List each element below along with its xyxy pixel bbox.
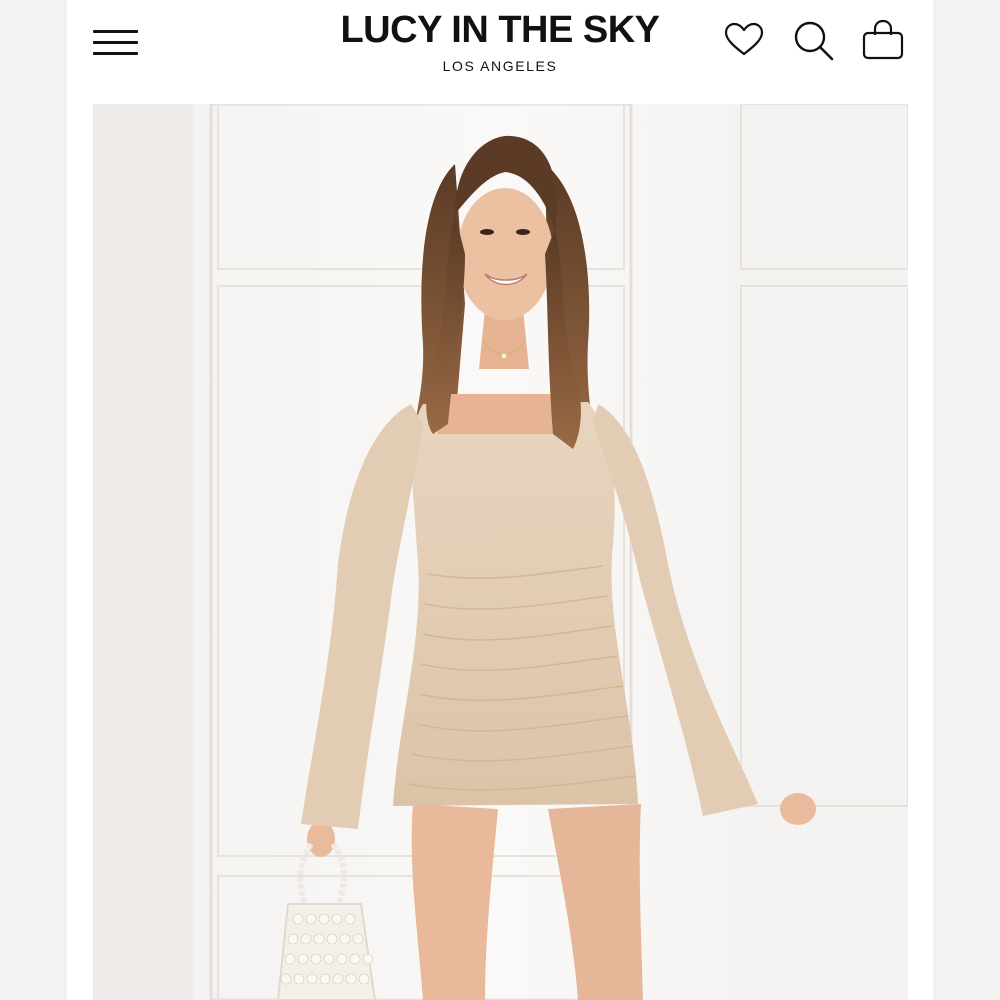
right-margin	[933, 0, 1000, 1000]
left-margin	[0, 0, 67, 1000]
shopping-bag-button[interactable]	[860, 18, 906, 64]
heart-icon	[724, 22, 764, 56]
wishlist-button[interactable]	[721, 18, 767, 64]
page: LUCY IN THE SKY LOS ANGELES	[67, 0, 933, 1000]
menu-button[interactable]	[93, 28, 139, 58]
hamburger-menu-icon	[93, 30, 138, 33]
site-header: LUCY IN THE SKY LOS ANGELES	[67, 0, 933, 100]
brand-logo[interactable]: LUCY IN THE SKY LOS ANGELES	[300, 6, 700, 76]
product-photo	[93, 104, 908, 1000]
search-button[interactable]	[791, 18, 837, 64]
shopping-bag-icon	[862, 19, 904, 60]
search-icon	[794, 21, 834, 61]
product-hero-image[interactable]	[93, 104, 908, 1000]
brand-name: LUCY IN THE SKY	[340, 9, 660, 51]
brand-location: LOS ANGELES	[442, 58, 558, 74]
